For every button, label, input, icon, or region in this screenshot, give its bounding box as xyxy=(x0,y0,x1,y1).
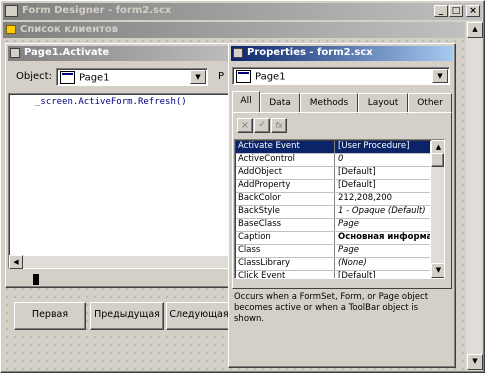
form-button-bar: Первая Предыдущая Следующая xyxy=(14,302,232,334)
properties-title: Properties - form2.scx xyxy=(247,47,373,58)
properties-titlebar: Properties - form2.scx xyxy=(231,46,453,61)
scroll-up-arrow[interactable]: ▲ xyxy=(467,22,483,38)
property-row[interactable]: Activate Event [User Procedure] xyxy=(236,141,430,154)
code-window-title: Page1.Activate xyxy=(24,47,110,58)
property-row[interactable]: Click Event [Default] xyxy=(236,271,430,278)
properties-object-combo[interactable]: Page1 ▼ xyxy=(232,67,450,85)
property-row[interactable]: Class Page xyxy=(236,245,430,258)
property-name: ClassLibrary xyxy=(236,258,335,270)
code-line: _screen.ActiveForm.Refresh() xyxy=(35,97,187,107)
page-icon xyxy=(60,71,75,84)
code-titlebar: Page1.Activate xyxy=(8,46,242,61)
grid-scroll-down-arrow[interactable]: ▼ xyxy=(431,263,444,278)
property-row[interactable]: Caption Основная информа xyxy=(236,232,430,245)
property-row[interactable]: ActiveControl 0 xyxy=(236,154,430,167)
code-window: Page1.Activate Object: Page1 ▼ P _screen… xyxy=(5,43,245,288)
code-editor[interactable]: _screen.ActiveForm.Refresh() ◀ xyxy=(8,93,242,269)
property-value[interactable]: [Default] xyxy=(335,180,430,192)
property-row[interactable]: BackStyle 1 - Opaque (Default) xyxy=(236,206,430,219)
properties-object-wrap: Page1 xyxy=(236,70,286,83)
property-value[interactable]: Page xyxy=(335,245,430,257)
maximize-button[interactable]: □ xyxy=(449,5,463,17)
first-button[interactable]: Первая xyxy=(14,302,86,330)
next-button[interactable]: Следующая xyxy=(166,302,232,330)
chevron-down-icon[interactable]: ▼ xyxy=(432,69,448,83)
code-cursor-marker xyxy=(33,274,39,285)
property-row[interactable]: AddProperty [Default] xyxy=(236,180,430,193)
object-combo-value-wrap: Page1 xyxy=(60,71,110,84)
main-titlebar: Form Designer - form2.scx _ □ × xyxy=(3,3,482,20)
property-name: Click Event xyxy=(236,271,335,278)
minimize-button[interactable]: _ xyxy=(434,5,448,17)
tab-methods[interactable]: Methods xyxy=(300,93,358,114)
procedure-label: P xyxy=(218,71,225,82)
object-combo[interactable]: Page1 ▼ xyxy=(56,68,208,86)
property-row[interactable]: BaseClass Page xyxy=(236,219,430,232)
page-icon xyxy=(236,70,251,83)
property-value[interactable]: Page xyxy=(335,219,430,231)
property-name: AddObject xyxy=(236,167,335,179)
tab-data[interactable]: Data xyxy=(260,93,300,114)
accept-edit-button[interactable]: ✓ xyxy=(254,118,270,133)
property-name: AddProperty xyxy=(236,180,335,192)
tab-other[interactable]: Other xyxy=(408,93,452,114)
property-value[interactable]: [Default] xyxy=(335,271,430,278)
property-name: BackColor xyxy=(236,193,335,205)
main-title: Form Designer - form2.scx xyxy=(22,5,172,16)
properties-tabs: All Data Methods Layout Other xyxy=(232,91,452,114)
designer-vscrollbar[interactable]: ▲ ▼ xyxy=(466,21,483,371)
object-label: Object: xyxy=(16,71,52,82)
function-button[interactable]: fx xyxy=(271,118,287,133)
form-titlebar: Список клиентов xyxy=(3,22,465,38)
app-icon xyxy=(5,5,18,17)
grid-scroll-thumb[interactable] xyxy=(431,153,444,167)
property-row[interactable]: AddObject [Default] xyxy=(236,167,430,180)
chevron-down-icon[interactable]: ▼ xyxy=(190,70,206,84)
properties-icon xyxy=(233,48,243,58)
tab-all[interactable]: All xyxy=(232,91,260,114)
property-value[interactable]: Основная информа xyxy=(335,232,430,244)
property-name: BaseClass xyxy=(236,219,335,231)
property-name: Class xyxy=(236,245,335,257)
property-value[interactable]: [Default] xyxy=(335,167,430,179)
property-value[interactable]: [User Procedure] xyxy=(335,141,430,153)
property-description: Occurs when a FormSet, Form, or Page obj… xyxy=(234,292,429,324)
form-icon xyxy=(6,25,16,34)
previous-button[interactable]: Предыдущая xyxy=(90,302,164,330)
tab-layout[interactable]: Layout xyxy=(358,93,408,114)
property-row[interactable]: BackColor 212,208,200 xyxy=(236,193,430,206)
property-value[interactable]: (None) xyxy=(335,258,430,270)
object-combo-value: Page1 xyxy=(79,72,110,84)
property-grid[interactable]: Activate Event [User Procedure] ActiveCont… xyxy=(234,139,445,279)
code-window-icon xyxy=(10,48,20,58)
form-title: Список клиентов xyxy=(20,24,119,35)
cancel-edit-button[interactable]: × xyxy=(237,118,253,133)
property-value[interactable]: 212,208,200 xyxy=(335,193,430,205)
scroll-left-arrow[interactable]: ◀ xyxy=(9,255,23,269)
code-hscrollbar[interactable]: ◀ xyxy=(9,255,241,269)
property-name: Caption xyxy=(236,232,335,244)
property-name: Activate Event xyxy=(236,141,335,153)
property-name: BackStyle xyxy=(236,206,335,218)
grid-vscrollbar[interactable]: ▲ ▼ xyxy=(431,140,444,278)
property-row[interactable]: ClassLibrary (None) xyxy=(236,258,430,271)
property-value[interactable]: 0 xyxy=(335,154,430,166)
property-name: ActiveControl xyxy=(236,154,335,166)
property-rows: Activate Event [User Procedure] ActiveCont… xyxy=(236,141,430,278)
property-value[interactable]: 1 - Opaque (Default) xyxy=(335,206,430,218)
scroll-down-arrow[interactable]: ▼ xyxy=(467,354,483,370)
properties-object-value: Page1 xyxy=(255,71,286,83)
properties-window: Properties - form2.scx Page1 ▼ All Data … xyxy=(228,43,456,368)
close-button[interactable]: × xyxy=(466,5,480,17)
